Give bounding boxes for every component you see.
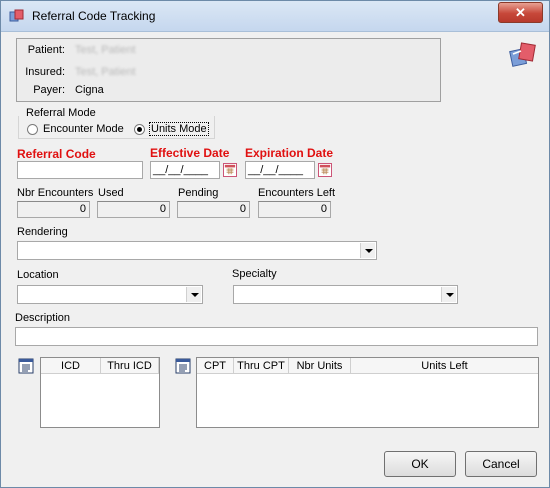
- insured-label: Insured:: [25, 66, 65, 78]
- nbr-encounters-label: Nbr Encounters: [17, 187, 94, 199]
- notepad-icon[interactable]: [175, 358, 191, 374]
- calendar-icon[interactable]: [223, 163, 237, 177]
- description-label: Description: [15, 312, 71, 324]
- cpt-table[interactable]: CPT Thru CPT Nbr Units Units Left: [196, 357, 539, 428]
- expiration-date-input[interactable]: __/__/____: [245, 161, 315, 179]
- cpt-column-header[interactable]: CPT: [197, 358, 234, 374]
- radio-selected-dot: [137, 127, 142, 132]
- specialty-label: Specialty: [232, 268, 277, 280]
- ok-button[interactable]: OK: [384, 451, 456, 477]
- location-dropdown[interactable]: [17, 285, 203, 304]
- patient-value: Test, Patient: [75, 44, 136, 56]
- used-field: 0: [97, 201, 170, 218]
- used-label: Used: [98, 187, 124, 199]
- units-mode-label[interactable]: Units Mode: [149, 122, 209, 136]
- description-input[interactable]: [15, 327, 538, 346]
- notepad-icon[interactable]: [18, 358, 34, 374]
- pending-field: 0: [177, 201, 250, 218]
- referral-code-input[interactable]: [17, 161, 143, 179]
- chevron-down-icon[interactable]: [441, 287, 456, 302]
- thru-cpt-column-header[interactable]: Thru CPT: [234, 358, 289, 374]
- insured-value: Test, Patient: [75, 66, 136, 78]
- referral-code-label: Referral Code: [17, 147, 96, 161]
- icd-table[interactable]: ICD Thru ICD: [40, 357, 160, 428]
- location-label: Location: [17, 269, 59, 281]
- calendar-icon[interactable]: [318, 163, 332, 177]
- referral-code-tracking-window: Referral Code Tracking ✕ Patient: Test, …: [0, 0, 550, 488]
- icd-column-header[interactable]: ICD: [41, 358, 101, 374]
- thru-icd-column-header[interactable]: Thru ICD: [101, 358, 159, 374]
- close-button[interactable]: ✕: [498, 2, 543, 23]
- encounters-left-field: 0: [258, 201, 331, 218]
- encounter-mode-radio[interactable]: [27, 124, 38, 135]
- window-title: Referral Code Tracking: [32, 9, 156, 23]
- encounters-left-label: Encounters Left: [258, 187, 336, 199]
- referral-app-icon: [9, 9, 24, 22]
- effective-date-input[interactable]: __/__/____: [150, 161, 220, 179]
- pending-label: Pending: [178, 187, 219, 199]
- patient-label: Patient:: [27, 44, 65, 56]
- chevron-down-icon[interactable]: [186, 287, 201, 302]
- effective-date-label: Effective Date: [150, 146, 230, 160]
- rendering-label: Rendering: [17, 226, 68, 238]
- payer-value: Cigna: [75, 84, 104, 96]
- rendering-dropdown[interactable]: [17, 241, 377, 260]
- expiration-date-label: Expiration Date: [245, 146, 334, 160]
- referral-header-icon: [509, 42, 536, 67]
- nbr-units-column-header[interactable]: Nbr Units: [289, 358, 351, 374]
- specialty-dropdown[interactable]: [233, 285, 458, 304]
- patient-info-panel: Patient: Test, Patient Insured: Test, Pa…: [16, 38, 441, 102]
- title-bar: Referral Code Tracking ✕: [1, 1, 549, 32]
- units-left-column-header[interactable]: Units Left: [351, 358, 538, 374]
- units-mode-radio[interactable]: [134, 124, 145, 135]
- payer-label: Payer:: [33, 84, 65, 96]
- nbr-encounters-field: 0: [17, 201, 90, 218]
- chevron-down-icon[interactable]: [360, 243, 375, 258]
- encounter-mode-label[interactable]: Encounter Mode: [43, 123, 124, 135]
- cancel-button[interactable]: Cancel: [465, 451, 537, 477]
